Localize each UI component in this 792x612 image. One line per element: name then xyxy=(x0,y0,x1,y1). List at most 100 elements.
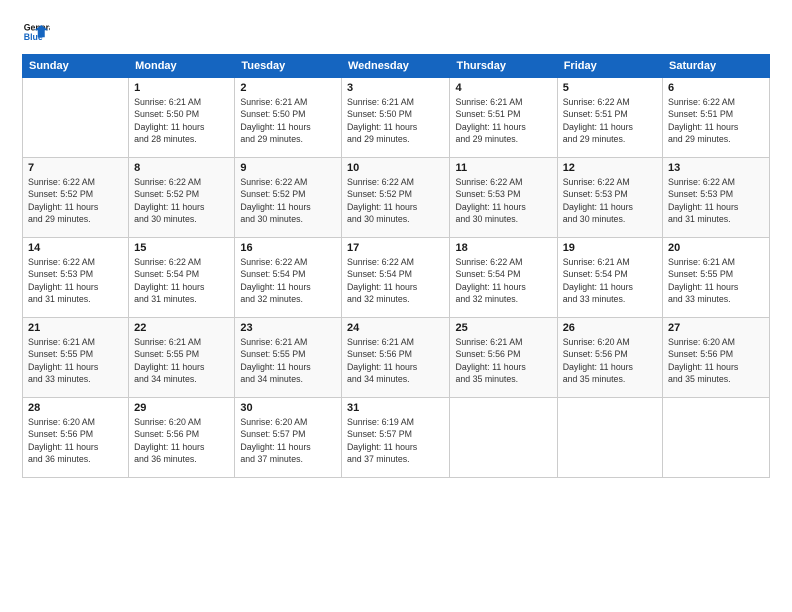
day-info: Sunrise: 6:21 AM Sunset: 5:50 PM Dayligh… xyxy=(240,96,336,145)
calendar-week-row: 7 Sunrise: 6:22 AM Sunset: 5:52 PM Daylig… xyxy=(23,158,770,238)
day-info: Sunrise: 6:21 AM Sunset: 5:55 PM Dayligh… xyxy=(134,336,229,385)
day-number: 17 xyxy=(347,242,445,254)
day-number: 28 xyxy=(28,402,123,414)
calendar-cell: 5 Sunrise: 6:22 AM Sunset: 5:51 PM Daylig… xyxy=(557,78,662,158)
day-info: Sunrise: 6:19 AM Sunset: 5:57 PM Dayligh… xyxy=(347,416,445,465)
calendar-week-row: 28 Sunrise: 6:20 AM Sunset: 5:56 PM Dayli… xyxy=(23,398,770,478)
calendar-cell: 19 Sunrise: 6:21 AM Sunset: 5:54 PM Dayli… xyxy=(557,238,662,318)
day-info: Sunrise: 6:22 AM Sunset: 5:54 PM Dayligh… xyxy=(455,256,551,305)
day-number: 27 xyxy=(668,322,764,334)
day-info: Sunrise: 6:20 AM Sunset: 5:56 PM Dayligh… xyxy=(563,336,657,385)
day-number: 15 xyxy=(134,242,229,254)
day-info: Sunrise: 6:21 AM Sunset: 5:50 PM Dayligh… xyxy=(347,96,445,145)
day-info: Sunrise: 6:21 AM Sunset: 5:56 PM Dayligh… xyxy=(455,336,551,385)
day-number: 23 xyxy=(240,322,336,334)
calendar-cell: 9 Sunrise: 6:22 AM Sunset: 5:52 PM Daylig… xyxy=(235,158,342,238)
calendar-table: SundayMondayTuesdayWednesdayThursdayFrid… xyxy=(22,54,770,478)
calendar-cell: 29 Sunrise: 6:20 AM Sunset: 5:56 PM Dayli… xyxy=(129,398,235,478)
calendar-cell: 24 Sunrise: 6:21 AM Sunset: 5:56 PM Dayli… xyxy=(341,318,450,398)
calendar-cell: 23 Sunrise: 6:21 AM Sunset: 5:55 PM Dayli… xyxy=(235,318,342,398)
day-info: Sunrise: 6:20 AM Sunset: 5:57 PM Dayligh… xyxy=(240,416,336,465)
weekday-header: Monday xyxy=(129,55,235,78)
day-info: Sunrise: 6:22 AM Sunset: 5:51 PM Dayligh… xyxy=(668,96,764,145)
day-number: 3 xyxy=(347,82,445,94)
day-info: Sunrise: 6:21 AM Sunset: 5:54 PM Dayligh… xyxy=(563,256,657,305)
calendar-cell: 26 Sunrise: 6:20 AM Sunset: 5:56 PM Dayli… xyxy=(557,318,662,398)
day-number: 9 xyxy=(240,162,336,174)
day-info: Sunrise: 6:21 AM Sunset: 5:55 PM Dayligh… xyxy=(240,336,336,385)
day-info: Sunrise: 6:21 AM Sunset: 5:56 PM Dayligh… xyxy=(347,336,445,385)
day-info: Sunrise: 6:22 AM Sunset: 5:52 PM Dayligh… xyxy=(240,176,336,225)
calendar-cell: 2 Sunrise: 6:21 AM Sunset: 5:50 PM Daylig… xyxy=(235,78,342,158)
calendar-week-row: 14Sunrise: 6:22 AM Sunset: 5:53 PM Dayli… xyxy=(23,238,770,318)
calendar-cell: 17 Sunrise: 6:22 AM Sunset: 5:54 PM Dayli… xyxy=(341,238,450,318)
day-number: 4 xyxy=(455,82,551,94)
weekday-header: Saturday xyxy=(663,55,770,78)
calendar-cell: 25Sunrise: 6:21 AM Sunset: 5:56 PM Dayli… xyxy=(450,318,557,398)
day-info: Sunrise: 6:21 AM Sunset: 5:55 PM Dayligh… xyxy=(668,256,764,305)
calendar-cell: 20 Sunrise: 6:21 AM Sunset: 5:55 PM Dayli… xyxy=(663,238,770,318)
day-number: 22 xyxy=(134,322,229,334)
calendar-cell: 13Sunrise: 6:22 AM Sunset: 5:53 PM Dayli… xyxy=(663,158,770,238)
day-number: 7 xyxy=(28,162,123,174)
day-info: Sunrise: 6:22 AM Sunset: 5:54 PM Dayligh… xyxy=(240,256,336,305)
logo: General Blue xyxy=(22,18,50,46)
calendar-cell: 27 Sunrise: 6:20 AM Sunset: 5:56 PM Dayli… xyxy=(663,318,770,398)
calendar-week-row: 1 Sunrise: 6:21 AM Sunset: 5:50 PM Daylig… xyxy=(23,78,770,158)
day-info: Sunrise: 6:21 AM Sunset: 5:50 PM Dayligh… xyxy=(134,96,229,145)
header: General Blue xyxy=(22,18,770,46)
calendar-cell: 28 Sunrise: 6:20 AM Sunset: 5:56 PM Dayli… xyxy=(23,398,129,478)
day-number: 24 xyxy=(347,322,445,334)
day-info: Sunrise: 6:22 AM Sunset: 5:51 PM Dayligh… xyxy=(563,96,657,145)
day-number: 14 xyxy=(28,242,123,254)
day-number: 30 xyxy=(240,402,336,414)
calendar-cell: 21Sunrise: 6:21 AM Sunset: 5:55 PM Dayli… xyxy=(23,318,129,398)
calendar-cell: 3 Sunrise: 6:21 AM Sunset: 5:50 PM Daylig… xyxy=(341,78,450,158)
day-number: 29 xyxy=(134,402,229,414)
weekday-header: Wednesday xyxy=(341,55,450,78)
weekday-header: Sunday xyxy=(23,55,129,78)
calendar-cell: 11 Sunrise: 6:22 AM Sunset: 5:53 PM Dayli… xyxy=(450,158,557,238)
day-number: 12 xyxy=(563,162,657,174)
day-number: 11 xyxy=(455,162,551,174)
day-number: 18 xyxy=(455,242,551,254)
calendar-cell xyxy=(450,398,557,478)
calendar-cell: 1 Sunrise: 6:21 AM Sunset: 5:50 PM Daylig… xyxy=(129,78,235,158)
calendar-cell: 16 Sunrise: 6:22 AM Sunset: 5:54 PM Dayli… xyxy=(235,238,342,318)
day-info: Sunrise: 6:20 AM Sunset: 5:56 PM Dayligh… xyxy=(134,416,229,465)
day-info: Sunrise: 6:20 AM Sunset: 5:56 PM Dayligh… xyxy=(28,416,123,465)
day-number: 26 xyxy=(563,322,657,334)
day-number: 5 xyxy=(563,82,657,94)
day-number: 1 xyxy=(134,82,229,94)
day-number: 16 xyxy=(240,242,336,254)
svg-text:General: General xyxy=(24,22,50,32)
calendar-cell: 8 Sunrise: 6:22 AM Sunset: 5:52 PM Daylig… xyxy=(129,158,235,238)
weekday-header: Thursday xyxy=(450,55,557,78)
weekday-header: Tuesday xyxy=(235,55,342,78)
day-info: Sunrise: 6:22 AM Sunset: 5:53 PM Dayligh… xyxy=(563,176,657,225)
day-number: 8 xyxy=(134,162,229,174)
day-info: Sunrise: 6:21 AM Sunset: 5:51 PM Dayligh… xyxy=(455,96,551,145)
day-info: Sunrise: 6:21 AM Sunset: 5:55 PM Dayligh… xyxy=(28,336,123,385)
day-number: 10 xyxy=(347,162,445,174)
day-number: 6 xyxy=(668,82,764,94)
day-info: Sunrise: 6:22 AM Sunset: 5:52 PM Dayligh… xyxy=(28,176,123,225)
calendar-cell: 4 Sunrise: 6:21 AM Sunset: 5:51 PM Daylig… xyxy=(450,78,557,158)
day-info: Sunrise: 6:22 AM Sunset: 5:52 PM Dayligh… xyxy=(347,176,445,225)
weekday-header: Friday xyxy=(557,55,662,78)
calendar-cell xyxy=(557,398,662,478)
calendar-cell: 22 Sunrise: 6:21 AM Sunset: 5:55 PM Dayli… xyxy=(129,318,235,398)
day-number: 2 xyxy=(240,82,336,94)
day-info: Sunrise: 6:20 AM Sunset: 5:56 PM Dayligh… xyxy=(668,336,764,385)
day-info: Sunrise: 6:22 AM Sunset: 5:54 PM Dayligh… xyxy=(347,256,445,305)
calendar-cell: 15Sunrise: 6:22 AM Sunset: 5:54 PM Dayli… xyxy=(129,238,235,318)
calendar-cell: 31Sunrise: 6:19 AM Sunset: 5:57 PM Dayli… xyxy=(341,398,450,478)
day-info: Sunrise: 6:22 AM Sunset: 5:53 PM Dayligh… xyxy=(455,176,551,225)
calendar-week-row: 21Sunrise: 6:21 AM Sunset: 5:55 PM Dayli… xyxy=(23,318,770,398)
calendar-cell: 6 Sunrise: 6:22 AM Sunset: 5:51 PM Daylig… xyxy=(663,78,770,158)
day-info: Sunrise: 6:22 AM Sunset: 5:52 PM Dayligh… xyxy=(134,176,229,225)
day-number: 20 xyxy=(668,242,764,254)
day-number: 19 xyxy=(563,242,657,254)
day-number: 13 xyxy=(668,162,764,174)
calendar-cell: 12 Sunrise: 6:22 AM Sunset: 5:53 PM Dayli… xyxy=(557,158,662,238)
